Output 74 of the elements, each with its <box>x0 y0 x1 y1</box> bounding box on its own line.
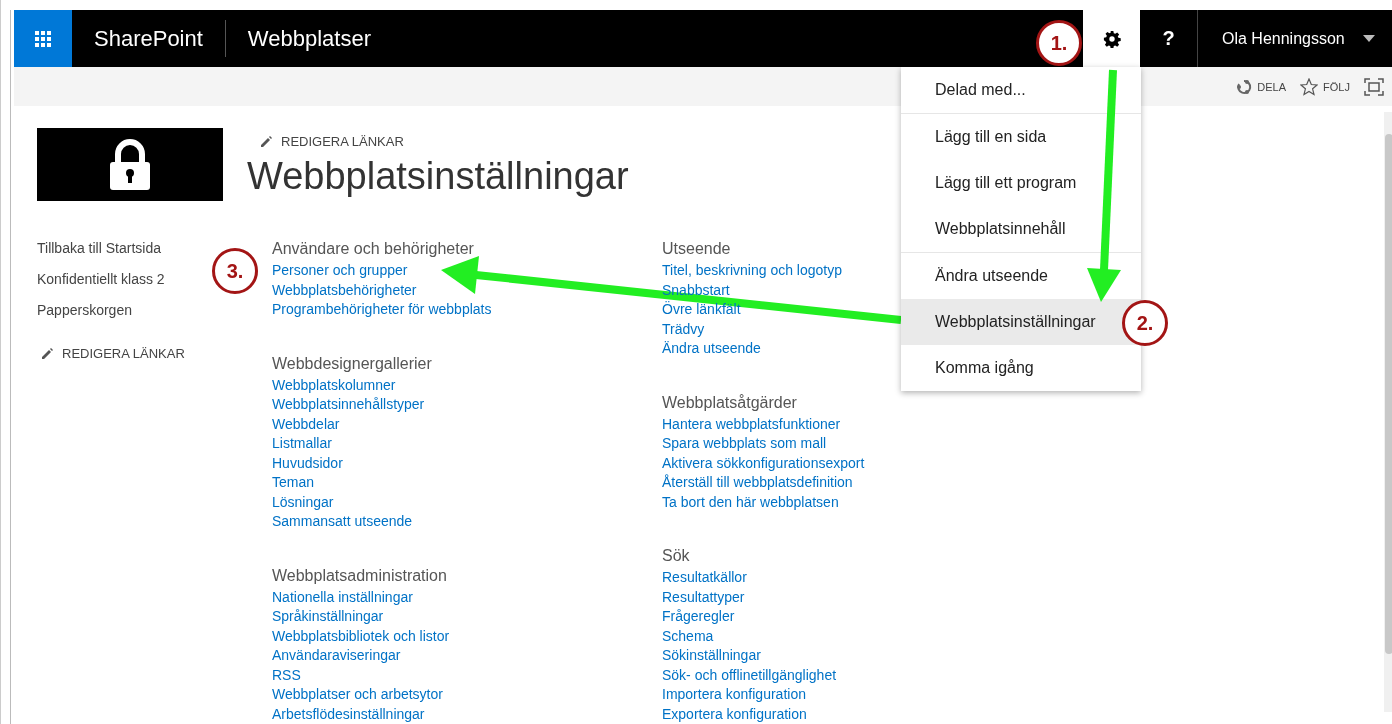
settings-link[interactable]: Återställ till webbplatsdefinition <box>662 473 853 493</box>
settings-link[interactable]: Övre länkfält <box>662 300 741 320</box>
menu-item[interactable]: Komma igång <box>901 345 1141 391</box>
settings-link[interactable]: Teman <box>272 473 315 493</box>
settings-link[interactable]: Titel, beskrivning och logotyp <box>662 261 843 281</box>
settings-link[interactable]: Webbplatser och arbetsytor <box>272 685 443 705</box>
edit-links-button[interactable]: REDIGERA LÄNKAR <box>259 134 629 149</box>
settings-link[interactable]: Personer och grupper <box>272 261 408 281</box>
edit-links-button[interactable]: REDIGERA LÄNKAR <box>40 346 272 361</box>
settings-link[interactable]: Programbehörigheter för webbplats <box>272 300 492 320</box>
settings-button[interactable] <box>1083 10 1140 67</box>
settings-link[interactable]: Ta bort den här webbplatsen <box>662 492 839 512</box>
waffle-icon <box>35 30 51 47</box>
scrollbar-drawing[interactable] <box>1384 112 1392 712</box>
settings-icon <box>1102 29 1121 48</box>
settings-link[interactable]: Spara webbplats som mall <box>662 434 827 454</box>
page-title: Webbplatsinställningar <box>247 155 629 198</box>
section-heading: Utseende <box>662 239 731 259</box>
site-logo[interactable] <box>37 128 223 201</box>
settings-link[interactable]: Webbplatskolumner <box>272 375 396 395</box>
settings-link[interactable]: Hantera webbplatsfunktioner <box>662 414 841 434</box>
pencil-icon <box>40 346 54 361</box>
menu-item[interactable]: Webbplatsinnehåll <box>901 206 1141 252</box>
settings-link[interactable]: Språkinställningar <box>272 607 384 627</box>
settings-link[interactable]: Resultattyper <box>662 587 745 607</box>
settings-link[interactable]: Sök- och offlinetillgänglighet <box>662 665 837 685</box>
step-number-callout: 2. <box>1122 300 1168 346</box>
pencil-icon <box>259 134 273 149</box>
settings-link[interactable]: Webbplatsinnehållstyper <box>272 395 425 415</box>
section-heading: Användare och behörigheter <box>272 239 474 259</box>
step-number-callout: 3. <box>212 248 258 294</box>
settings-link[interactable]: Trädvy <box>662 319 705 339</box>
menu-item[interactable]: Lägg till en sida <box>901 114 1141 160</box>
settings-link[interactable]: Importera konfiguration <box>662 685 806 705</box>
section-heading: Webbplatsadministration <box>272 565 447 586</box>
share-icon <box>1236 78 1253 95</box>
settings-link[interactable]: Sammansatt utseende <box>272 512 413 532</box>
settings-link[interactable]: Lösningar <box>272 492 334 512</box>
settings-link[interactable]: Listmallar <box>272 434 332 454</box>
settings-link[interactable]: Nationella inställningar <box>272 587 413 607</box>
nav-link[interactable]: Konfidentiellt klass 2 <box>37 270 165 301</box>
settings-link[interactable]: Huvudsidor <box>272 453 343 473</box>
settings-link[interactable]: Snabbstart <box>662 280 730 300</box>
app-name[interactable]: SharePoint <box>72 10 225 67</box>
app-launcher-button[interactable] <box>14 10 72 67</box>
focus-mode-button[interactable] <box>1364 77 1384 96</box>
settings-link[interactable]: Användaraviseringar <box>272 646 401 666</box>
settings-link[interactable]: Exportera konfiguration <box>662 704 807 724</box>
section-heading: Webbdesignergallerier <box>272 353 432 374</box>
settings-link[interactable]: RSS <box>272 665 301 685</box>
settings-link[interactable]: Aktivera sökkonfigurationsexport <box>662 453 865 473</box>
padlock-icon <box>109 138 151 191</box>
settings-link[interactable]: Arbetsflödesinställningar <box>272 704 425 724</box>
settings-link[interactable]: Frågeregler <box>662 607 735 627</box>
settings-link[interactable]: Webbplatsbehörigheter <box>272 280 417 300</box>
settings-link[interactable]: Ändra utseende <box>662 339 761 359</box>
settings-link[interactable]: Webbplatsbibliotek och listor <box>272 626 450 646</box>
settings-link[interactable]: Resultatkällor <box>662 568 747 588</box>
star-icon <box>1300 77 1319 96</box>
follow-button[interactable]: FÖLJ <box>1300 77 1350 96</box>
settings-link[interactable]: Schema <box>662 626 714 646</box>
section-heading: Sök <box>662 546 690 566</box>
section-heading: Webbplatsåtgärder <box>662 392 797 413</box>
nav-link[interactable]: Papperskorgen <box>37 301 132 332</box>
share-button[interactable]: DELA <box>1236 78 1287 95</box>
menu-item[interactable]: Ändra utseende <box>901 253 1141 299</box>
caret-icon <box>1362 34 1375 43</box>
settings-link[interactable]: Sökinställningar <box>662 646 761 666</box>
settings-link[interactable]: Webbdelar <box>272 414 340 434</box>
menu-item[interactable]: Delad med... <box>901 67 1141 113</box>
site-title[interactable]: Webbplatser <box>225 10 393 67</box>
nav-link[interactable]: Tillbaka till Startsida <box>37 239 161 270</box>
focus-icon <box>1364 77 1384 96</box>
menu-item[interactable]: Lägg till ett program <box>901 160 1141 206</box>
